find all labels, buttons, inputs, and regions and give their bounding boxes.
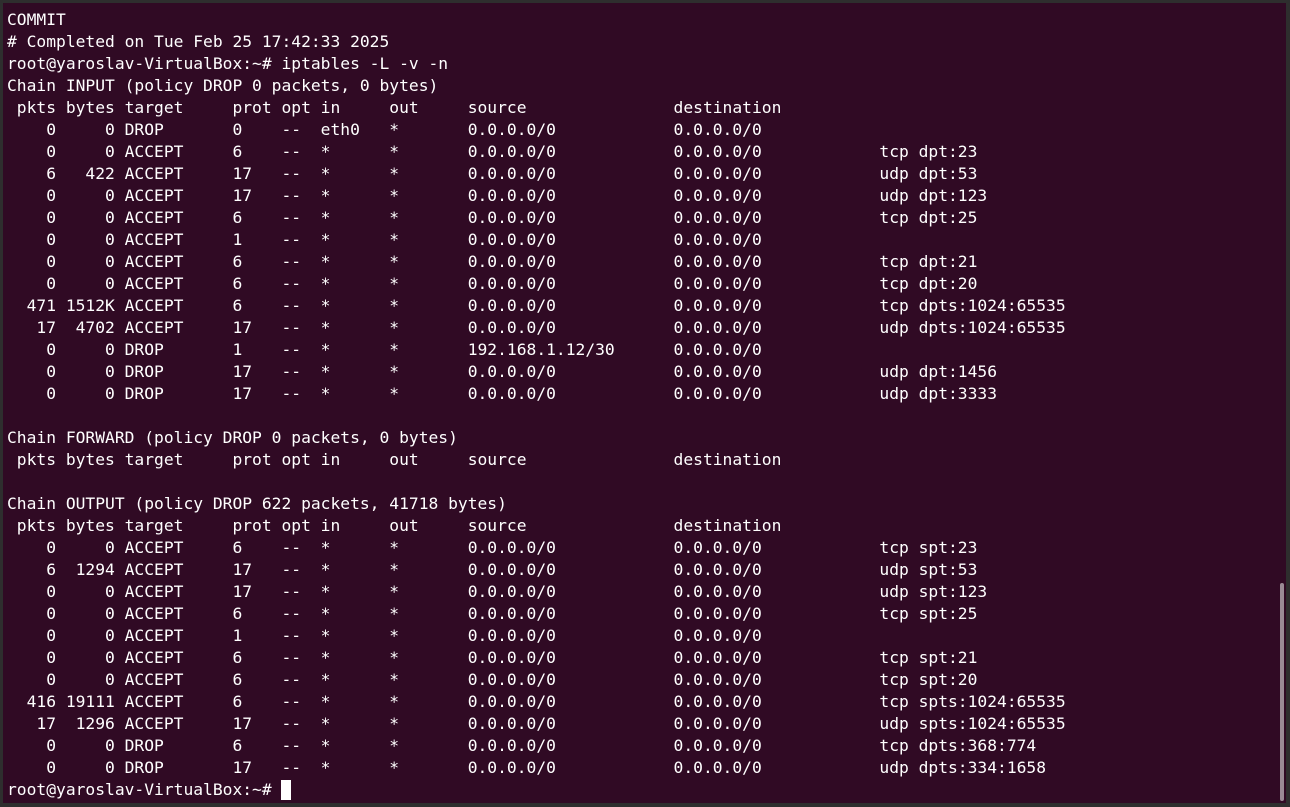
terminal-line: Chain FORWARD (policy DROP 0 packets, 0 … xyxy=(7,428,458,447)
terminal-window[interactable]: COMMIT # Completed on Tue Feb 25 17:42:33… xyxy=(3,3,1286,803)
terminal-line: Chain OUTPUT (policy DROP 622 packets, 4… xyxy=(7,494,507,513)
terminal-line: 6 422 ACCEPT 17 -- * * 0.0.0.0/0 0.0.0.0… xyxy=(7,164,978,183)
terminal-line: 0 0 ACCEPT 17 -- * * 0.0.0.0/0 0.0.0.0/0… xyxy=(7,582,988,601)
terminal-line: 6 1294 ACCEPT 17 -- * * 0.0.0.0/0 0.0.0.… xyxy=(7,560,978,579)
terminal-line: 471 1512K ACCEPT 6 -- * * 0.0.0.0/0 0.0.… xyxy=(7,296,1066,315)
terminal-line: 0 0 DROP 1 -- * * 192.168.1.12/30 0.0.0.… xyxy=(7,340,762,359)
terminal-line: COMMIT xyxy=(7,10,66,29)
shell-prompt: root@yaroslav-VirtualBox:~# xyxy=(7,780,282,799)
scrollbar-thumb[interactable] xyxy=(1280,583,1284,801)
prompt-line[interactable]: root@yaroslav-VirtualBox:~# xyxy=(7,779,1066,801)
terminal-line: 0 0 ACCEPT 1 -- * * 0.0.0.0/0 0.0.0.0/0 xyxy=(7,230,762,249)
terminal-line: 0 0 ACCEPT 6 -- * * 0.0.0.0/0 0.0.0.0/0 … xyxy=(7,142,978,161)
terminal-line: 0 0 ACCEPT 6 -- * * 0.0.0.0/0 0.0.0.0/0 … xyxy=(7,538,978,557)
terminal-line: root@yaroslav-VirtualBox:~# iptables -L … xyxy=(7,54,449,73)
terminal-line: 0 0 DROP 6 -- * * 0.0.0.0/0 0.0.0.0/0 tc… xyxy=(7,736,1037,755)
terminal-line: pkts bytes target prot opt in out source… xyxy=(7,516,782,535)
terminal-line: 0 0 ACCEPT 6 -- * * 0.0.0.0/0 0.0.0.0/0 … xyxy=(7,604,978,623)
terminal-line: 17 1296 ACCEPT 17 -- * * 0.0.0.0/0 0.0.0… xyxy=(7,714,1066,733)
terminal-line: pkts bytes target prot opt in out source… xyxy=(7,450,782,469)
terminal-line: 0 0 DROP 17 -- * * 0.0.0.0/0 0.0.0.0/0 u… xyxy=(7,384,998,403)
terminal-line: 0 0 ACCEPT 6 -- * * 0.0.0.0/0 0.0.0.0/0 … xyxy=(7,252,978,271)
terminal-line: # Completed on Tue Feb 25 17:42:33 2025 xyxy=(7,32,390,51)
terminal-line: 0 0 ACCEPT 6 -- * * 0.0.0.0/0 0.0.0.0/0 … xyxy=(7,274,978,293)
terminal-line: 416 19111 ACCEPT 6 -- * * 0.0.0.0/0 0.0.… xyxy=(7,692,1066,711)
terminal-line: 0 0 ACCEPT 17 -- * * 0.0.0.0/0 0.0.0.0/0… xyxy=(7,186,988,205)
terminal-output[interactable]: COMMIT # Completed on Tue Feb 25 17:42:33… xyxy=(7,9,1066,801)
terminal-line: 0 0 ACCEPT 6 -- * * 0.0.0.0/0 0.0.0.0/0 … xyxy=(7,670,978,689)
text-cursor xyxy=(281,780,292,800)
terminal-line: 17 4702 ACCEPT 17 -- * * 0.0.0.0/0 0.0.0… xyxy=(7,318,1066,337)
terminal-line: Chain INPUT (policy DROP 0 packets, 0 by… xyxy=(7,76,439,95)
terminal-line: 0 0 ACCEPT 6 -- * * 0.0.0.0/0 0.0.0.0/0 … xyxy=(7,208,978,227)
terminal-line: 0 0 ACCEPT 6 -- * * 0.0.0.0/0 0.0.0.0/0 … xyxy=(7,648,978,667)
terminal-line: 0 0 DROP 17 -- * * 0.0.0.0/0 0.0.0.0/0 u… xyxy=(7,758,1047,777)
terminal-line: 0 0 ACCEPT 1 -- * * 0.0.0.0/0 0.0.0.0/0 xyxy=(7,626,762,645)
terminal-line: pkts bytes target prot opt in out source… xyxy=(7,98,782,117)
terminal-line: 0 0 DROP 17 -- * * 0.0.0.0/0 0.0.0.0/0 u… xyxy=(7,362,998,381)
terminal-line: 0 0 DROP 0 -- eth0 * 0.0.0.0/0 0.0.0.0/0 xyxy=(7,120,762,139)
